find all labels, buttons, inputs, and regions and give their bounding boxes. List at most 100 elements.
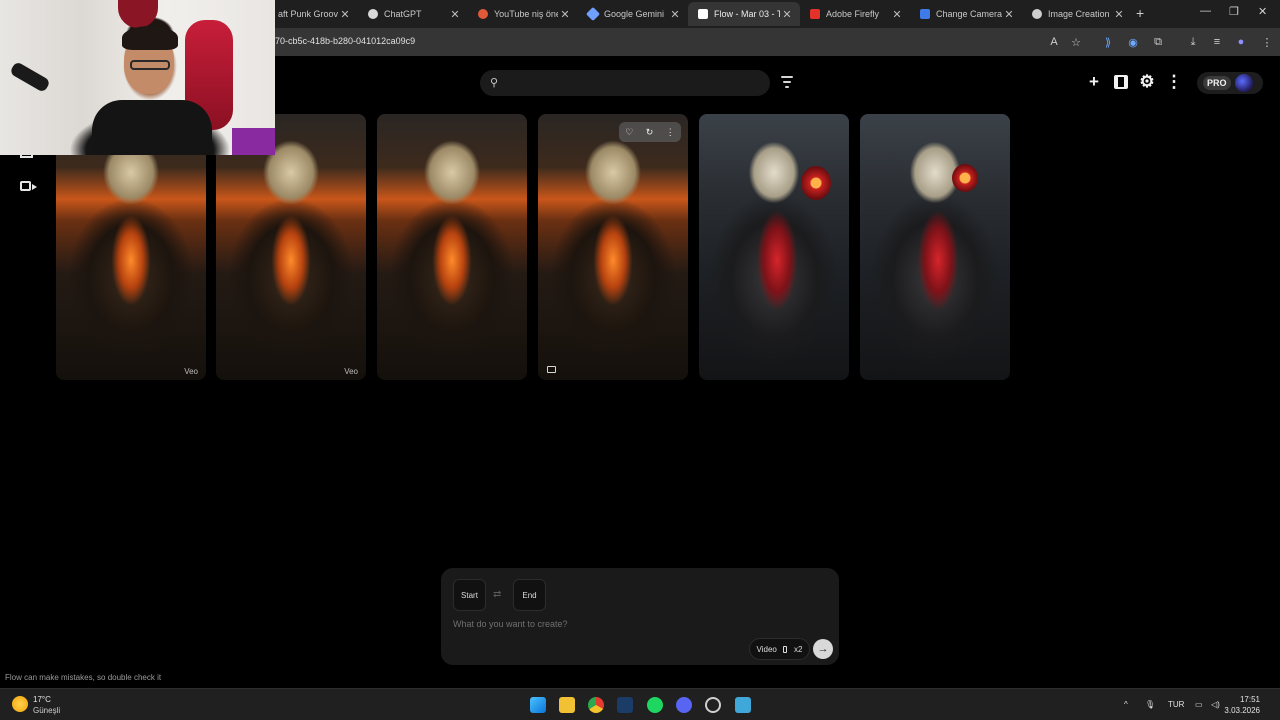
tab-chatgpt[interactable]: ChatGPT ✕ (358, 2, 468, 26)
pro-label: PRO (1203, 76, 1231, 90)
minimize-window-icon[interactable]: — (1200, 5, 1211, 17)
start-frame-button[interactable]: Start (453, 579, 486, 611)
streamer-glasses (130, 60, 170, 70)
close-tab-icon[interactable]: ✕ (448, 8, 462, 21)
profile-avatar-icon[interactable]: ● (1233, 34, 1249, 50)
prompt-input[interactable]: What do you want to create? (453, 619, 568, 629)
count-label: x2 (793, 644, 803, 654)
close-tab-icon[interactable]: ✕ (1112, 8, 1126, 21)
end-frame-button[interactable]: End (513, 579, 546, 611)
gallery-card[interactable] (699, 114, 849, 380)
gallery-card-hovered[interactable]: ♡ ↻ ⋮ (538, 114, 688, 380)
account-pro-badge[interactable]: PRO (1197, 72, 1263, 94)
windows-taskbar: 17°C Güneşli ^ 🎙 TUR ▭ ◁) 17:51 3.03.202… (0, 688, 1280, 720)
file-explorer-icon[interactable] (559, 697, 575, 713)
steam-icon[interactable] (617, 697, 633, 713)
close-window-icon[interactable]: ✕ (1258, 5, 1267, 18)
close-tab-icon[interactable]: ✕ (668, 8, 682, 21)
windows-start-icon[interactable] (530, 697, 546, 713)
search-input[interactable] (508, 74, 758, 92)
spotify-icon[interactable] (647, 697, 663, 713)
weather-sun-icon[interactable] (12, 696, 28, 712)
wall-clock (118, 0, 158, 28)
input-language[interactable]: TUR (1168, 700, 1184, 709)
purple-light (232, 128, 275, 155)
gallery-card[interactable] (860, 114, 1010, 380)
tab-adobe-firefly[interactable]: Adobe Firefly ✕ (800, 2, 910, 26)
tab-youtube-nis[interactable]: YouTube niş öneri ✕ (468, 2, 578, 26)
flow-favicon-icon (698, 9, 708, 19)
reuse-prompt-icon[interactable]: ↻ (646, 127, 654, 138)
webcam-overlay (0, 0, 275, 155)
image-type-icon (547, 366, 556, 373)
close-tab-icon[interactable]: ✕ (1002, 8, 1016, 21)
add-icon[interactable]: + (1085, 72, 1103, 91)
gemini-favicon-icon (585, 6, 601, 22)
extension-icon[interactable]: ◉ (1125, 34, 1141, 50)
prompt-composer: Start ⇄ End What do you want to create? … (441, 568, 839, 665)
tab-google-gemini[interactable]: Google Gemini ✕ (578, 2, 688, 26)
volume-icon[interactable]: ◁) (1211, 700, 1220, 709)
media-control-icon[interactable]: ≡ (1209, 34, 1225, 50)
app-icon[interactable] (705, 697, 721, 713)
tab-title: ChatGPT (384, 9, 422, 19)
search-bar[interactable]: ⚲ (480, 70, 770, 96)
microphone-tray-icon[interactable]: 🎙 (1145, 700, 1155, 709)
video-camera-icon[interactable] (20, 181, 37, 191)
address-bar-url[interactable]: 70-cb5c-418b-b280-041012ca09c9 (275, 36, 415, 46)
user-avatar[interactable] (1235, 74, 1253, 92)
close-tab-icon[interactable]: ✕ (890, 8, 904, 21)
tab-title: aft Punk Groove (278, 9, 338, 19)
weather-description[interactable]: Güneşli (33, 706, 60, 715)
swap-frames-icon[interactable]: ⇄ (493, 589, 501, 600)
streamer-hair (122, 26, 178, 50)
tab-flow[interactable]: Flow - Mar 03 - T ✕ (688, 2, 800, 26)
output-settings-chip[interactable]: Video x2 (749, 638, 810, 660)
card-actions: ♡ ↻ ⋮ (619, 122, 681, 142)
network-icon[interactable]: ▭ (1195, 700, 1203, 709)
discord-icon[interactable] (676, 697, 692, 713)
extension-icon[interactable]: ⟫ (1100, 34, 1116, 50)
openai-favicon-icon (1032, 9, 1042, 19)
card-more-icon[interactable]: ⋮ (666, 127, 675, 138)
download-icon[interactable]: ⤓ (1185, 34, 1201, 50)
chrome-icon[interactable] (588, 697, 604, 713)
gallery-card[interactable] (377, 114, 527, 380)
close-tab-icon[interactable]: ✕ (780, 8, 794, 21)
disclaimer-text: Flow can make mistakes, so double check … (5, 673, 162, 682)
close-tab-icon[interactable]: ✕ (338, 8, 352, 21)
close-tab-icon[interactable]: ✕ (558, 8, 572, 21)
bookmark-star-icon[interactable]: ☆ (1068, 34, 1084, 50)
browser-menu-icon[interactable]: ⋮ (1259, 34, 1275, 50)
tab-title: Adobe Firefly (826, 9, 880, 19)
new-tab-button[interactable]: + (1136, 5, 1144, 21)
extensions-puzzle-icon[interactable]: ⧉ (1150, 34, 1166, 50)
weather-temperature[interactable]: 17°C (33, 695, 51, 704)
more-menu-icon[interactable]: ⋮ (1165, 72, 1183, 91)
model-tag: Veo (184, 367, 198, 376)
translate-icon[interactable]: A (1046, 34, 1062, 50)
clock-date: 3.03.2026 (1224, 706, 1260, 715)
eyeball-creature (952, 164, 978, 192)
tab-title: Google Gemini (604, 9, 665, 19)
tab-daft-punk[interactable]: aft Punk Groove ✕ (268, 2, 358, 26)
aspect-ratio-portrait-icon (783, 645, 788, 653)
search-icon: ⚲ (490, 77, 499, 89)
send-arrow-button[interactable]: → (813, 639, 833, 659)
sparkle-favicon-icon (478, 9, 488, 19)
mode-label: Video (756, 644, 777, 654)
tab-title: Change Camera (936, 9, 1002, 19)
taskbar-clock[interactable]: 17:51 3.03.2026 (1224, 694, 1260, 716)
scenebuilder-film-icon[interactable] (1112, 73, 1130, 91)
streamer-shirt (92, 100, 212, 155)
tray-overflow-icon[interactable]: ^ (1124, 700, 1128, 709)
tab-change-camera[interactable]: Change Camera ✕ (910, 2, 1022, 26)
notepad-icon[interactable] (735, 697, 751, 713)
filter-icon[interactable] (779, 73, 795, 93)
tab-title: Image Creation (1048, 9, 1110, 19)
favorite-heart-icon[interactable]: ♡ (625, 127, 633, 138)
restore-window-icon[interactable]: ❐ (1229, 5, 1239, 18)
settings-gear-icon[interactable]: ⚙ (1138, 72, 1156, 91)
firefly-favicon-icon (810, 9, 820, 19)
tab-image-creation[interactable]: Image Creation ✕ (1022, 2, 1132, 26)
